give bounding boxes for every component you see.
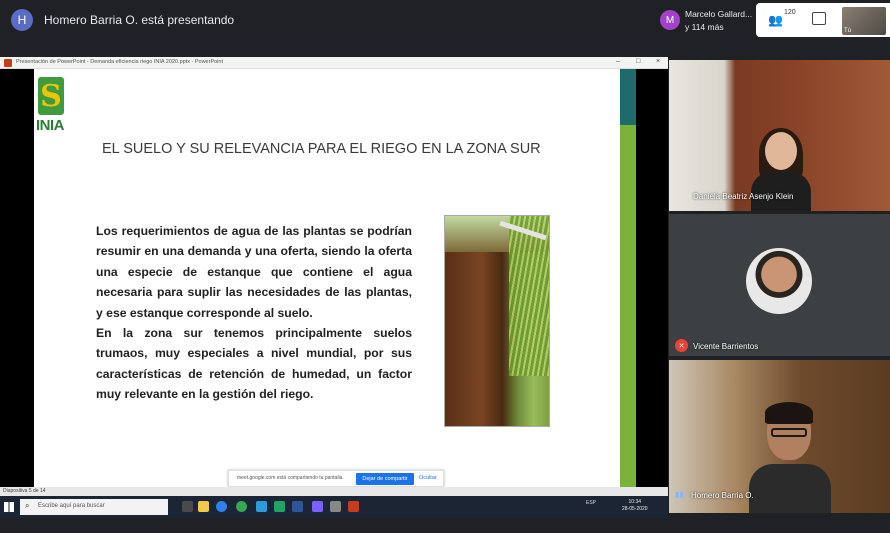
slide-counter: Diapositiva 5 de 14 bbox=[3, 488, 46, 494]
powerpoint-titlebar: Presentación de PowerPoint - Demanda efi… bbox=[0, 57, 668, 69]
slide-body: Los requerimientos de agua de las planta… bbox=[96, 221, 412, 405]
edge-icon[interactable] bbox=[216, 501, 227, 512]
clock-date: 28-05-2020 bbox=[622, 506, 648, 512]
participant-glasses bbox=[771, 428, 807, 437]
system-tray-language[interactable]: ESP bbox=[586, 500, 596, 506]
speaking-indicator-icon: ▮▮ bbox=[675, 490, 684, 499]
mic-off-icon: ✕ bbox=[675, 339, 688, 352]
slide-accent-green bbox=[620, 125, 636, 487]
screen-share-banner: meet.google.com está compartiendo tu pan… bbox=[228, 470, 444, 487]
participant-name-label: Vicente Barrientos bbox=[693, 342, 759, 351]
participant-name: Marcelo Gallard... bbox=[685, 9, 753, 19]
shared-screen: Presentación de PowerPoint - Demanda efi… bbox=[0, 57, 668, 518]
inia-logo: S INIA bbox=[36, 77, 68, 135]
people-icon[interactable]: 👥 bbox=[768, 13, 784, 27]
participant-body bbox=[749, 464, 831, 513]
outlook-icon[interactable] bbox=[256, 501, 267, 512]
participant-video bbox=[749, 402, 831, 513]
teams-icon[interactable] bbox=[312, 501, 323, 512]
left-letterbox bbox=[0, 69, 34, 487]
powerpoint-statusbar: Diapositiva 5 de 14 bbox=[0, 487, 668, 496]
slide-paragraph-1: Los requerimientos de agua de las planta… bbox=[96, 224, 412, 320]
camera-app-icon[interactable] bbox=[330, 501, 341, 512]
powerpoint-window-title: Presentación de PowerPoint - Demanda efi… bbox=[16, 59, 223, 65]
participant-tile[interactable]: ▮▮ Homero Barria O. bbox=[669, 360, 890, 513]
participant-hair bbox=[765, 402, 813, 424]
taskbar-search-input[interactable]: ⌕ Escribe aquí para buscar bbox=[20, 499, 168, 515]
word-icon[interactable] bbox=[292, 501, 303, 512]
slide-title: EL SUELO Y SU RELEVANCIA PARA EL RIEGO E… bbox=[102, 141, 541, 157]
share-banner-text: meet.google.com está compartiendo tu pan… bbox=[237, 475, 344, 481]
participant-tile[interactable]: Daniela Beatriz Asenjo Klein bbox=[669, 60, 890, 211]
stop-sharing-button[interactable]: Dejar de compartir bbox=[356, 473, 414, 485]
excel-icon[interactable] bbox=[274, 501, 285, 512]
clock-time: 10:34 bbox=[628, 499, 642, 505]
participant-avatar-photo bbox=[746, 248, 812, 314]
file-explorer-icon[interactable] bbox=[198, 501, 209, 512]
participant-name-label: Homero Barria O. bbox=[691, 491, 754, 500]
presenter-avatar: H bbox=[11, 9, 33, 31]
participant-face bbox=[765, 132, 797, 170]
inia-logo-text: INIA bbox=[36, 117, 65, 134]
presenter-status-text: Homero Barria O. está presentando bbox=[44, 13, 235, 27]
top-bar: H Homero Barria O. está presentando M Ma… bbox=[0, 0, 890, 40]
inia-logo-mark: S bbox=[38, 77, 64, 115]
right-letterbox bbox=[636, 69, 668, 487]
participant-tile[interactable]: ✕ Vicente Barrientos bbox=[669, 214, 890, 356]
top-right-controls: 👥 120 Tú bbox=[756, 3, 890, 37]
search-placeholder: Escribe aquí para buscar bbox=[38, 503, 105, 509]
close-icon[interactable]: × bbox=[656, 58, 660, 65]
slide-paragraph-2: En la zona sur tenemos principalmente su… bbox=[96, 326, 412, 402]
minimize-icon[interactable]: – bbox=[616, 58, 620, 65]
soil-profile-photo bbox=[444, 215, 550, 427]
self-view-label: Tú bbox=[844, 28, 852, 34]
windows-start-icon[interactable] bbox=[4, 502, 14, 512]
taskbar-clock[interactable]: 10:34 28-05-2020 bbox=[622, 499, 648, 513]
chat-icon[interactable] bbox=[812, 12, 826, 25]
maximize-icon[interactable]: □ bbox=[636, 58, 640, 65]
search-icon: ⌕ bbox=[25, 501, 30, 510]
powerpoint-taskbar-icon[interactable] bbox=[348, 501, 359, 512]
photo-grass bbox=[509, 216, 549, 376]
meet-window: H Homero Barria O. está presentando M Ma… bbox=[0, 0, 890, 533]
presentation-slide: S INIA EL SUELO Y SU RELEVANCIA PARA EL … bbox=[34, 69, 636, 487]
participant-name-label: Daniela Beatriz Asenjo Klein bbox=[693, 192, 794, 201]
participant-more-count: y 114 más bbox=[685, 22, 724, 32]
chrome-icon[interactable] bbox=[236, 501, 247, 512]
participants-summary[interactable]: M Marcelo Gallard... y 114 más bbox=[658, 4, 758, 36]
powerpoint-icon bbox=[4, 59, 12, 67]
task-view-icon[interactable] bbox=[182, 501, 193, 512]
slide-accent-teal bbox=[620, 69, 636, 125]
self-view-thumbnail[interactable]: Tú bbox=[842, 7, 886, 35]
people-count-badge: 120 bbox=[784, 9, 796, 16]
hide-banner-button[interactable]: Ocultar bbox=[419, 475, 437, 481]
participant-avatar: M bbox=[660, 10, 680, 30]
windows-taskbar: ⌕ Escribe aquí para buscar ESP 10:34 28-… bbox=[0, 496, 668, 518]
